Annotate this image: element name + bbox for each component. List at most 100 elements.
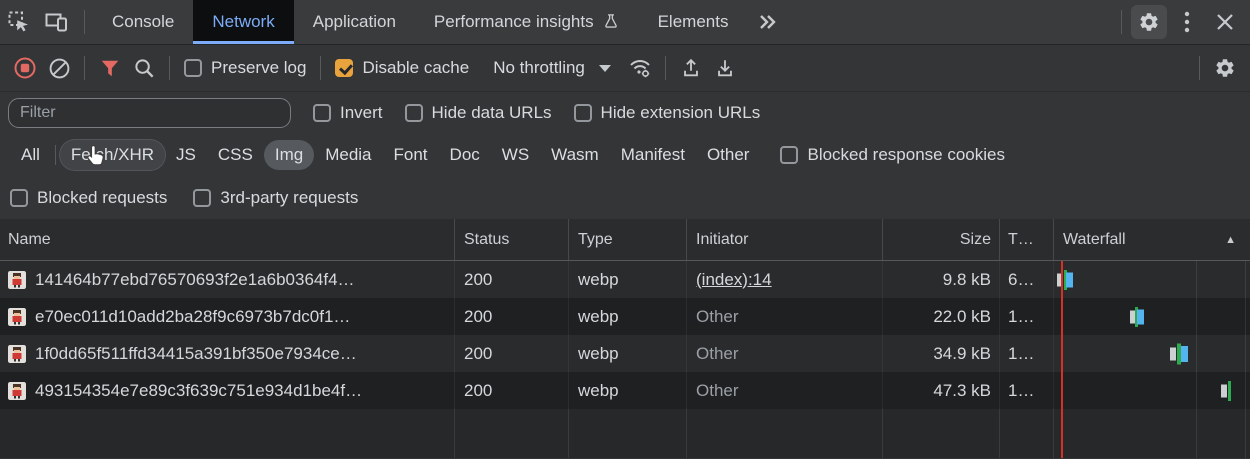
hide-data-urls-label[interactable]: Hide data URLs [432, 103, 552, 123]
disable-cache-label[interactable]: Disable cache [362, 58, 469, 78]
blocked-response-cookies-label[interactable]: Blocked response cookies [807, 145, 1005, 165]
inspect-icon [8, 11, 30, 33]
import-har-button[interactable] [674, 51, 708, 85]
network-settings-button[interactable] [1208, 51, 1242, 85]
type-filter-img[interactable]: Img [264, 140, 314, 170]
type-filter-js[interactable]: JS [165, 140, 207, 170]
disable-cache-checkbox[interactable] [335, 59, 353, 77]
device-toolbar-button[interactable] [38, 0, 76, 44]
request-initiator: Other [696, 381, 739, 401]
request-size: 9.8 kB [943, 270, 991, 290]
blocked-response-cookies-checkbox[interactable] [780, 146, 798, 164]
type-filter-font[interactable]: Font [383, 140, 439, 170]
invert-label[interactable]: Invert [340, 103, 383, 123]
divider [84, 56, 85, 80]
clear-icon [48, 57, 71, 80]
request-name: 1f0dd65f511ffd34415a391bf350e7934ce… [35, 344, 357, 364]
filter-row: Invert Hide data URLs Hide extension URL… [0, 92, 1250, 133]
request-time: 1… [1008, 381, 1034, 401]
waterfall-gridline [1245, 261, 1246, 458]
request-initiator-link[interactable]: (index):14 [696, 270, 772, 290]
clear-network-log-button[interactable] [42, 51, 76, 85]
request-status: 200 [464, 381, 492, 401]
request-type: webp [578, 344, 619, 364]
throttling-value: No throttling [493, 58, 585, 78]
column-header-waterfall[interactable]: Waterfall ▲ [1054, 219, 1250, 260]
invert-checkbox[interactable] [313, 104, 331, 122]
filter-toggle-button[interactable] [93, 51, 127, 85]
request-name: 141464b77ebd76570693f2e1a6b0364f4… [35, 270, 355, 290]
gear-icon [1214, 57, 1236, 79]
type-filter-other[interactable]: Other [696, 140, 761, 170]
blocked-requests-checkbox[interactable] [10, 189, 28, 207]
column-header-size[interactable]: Size [883, 219, 1000, 260]
inspect-element-button[interactable] [0, 0, 38, 44]
request-type: webp [578, 270, 619, 290]
hide-extension-urls-checkbox[interactable] [574, 104, 592, 122]
type-filter-media[interactable]: Media [314, 140, 382, 170]
record-network-log-button[interactable] [8, 51, 42, 85]
request-size: 22.0 kB [933, 307, 991, 327]
export-har-icon [714, 57, 736, 79]
more-tabs-button[interactable] [747, 0, 789, 44]
divider [665, 56, 666, 80]
request-name: e70ec011d10add2ba28f9c6973b7dc0f1… [35, 307, 350, 327]
hide-data-urls-checkbox[interactable] [405, 104, 423, 122]
waterfall-cell [1054, 261, 1250, 298]
column-header-name[interactable]: Name [0, 219, 455, 260]
close-devtools-button[interactable] [1206, 0, 1244, 44]
type-filter-wasm[interactable]: Wasm [540, 140, 610, 170]
close-icon [1215, 12, 1235, 32]
device-toolbar-icon [45, 11, 69, 33]
tab-console[interactable]: Console [93, 0, 193, 44]
request-time: 6… [1008, 270, 1034, 290]
type-filter-all[interactable]: All [10, 140, 51, 170]
type-filter-fetch-xhr[interactable]: Fetch/XHR [60, 140, 165, 170]
import-har-icon [680, 57, 702, 79]
divider [169, 56, 170, 80]
preserve-log-label[interactable]: Preserve log [211, 58, 306, 78]
record-icon [13, 56, 37, 80]
requests-table: Name Status Type Initiator Size T… Water… [0, 219, 1250, 458]
type-filter-manifest[interactable]: Manifest [610, 140, 696, 170]
request-type: webp [578, 381, 619, 401]
throttling-select[interactable]: No throttling [493, 58, 611, 78]
more-tabs-chevrons-icon [757, 13, 779, 31]
waterfall-gridline [1196, 261, 1197, 458]
export-har-button[interactable] [708, 51, 742, 85]
blocked-requests-label[interactable]: Blocked requests [37, 188, 167, 208]
tab-network[interactable]: Network [193, 0, 293, 44]
load-event-line [1061, 261, 1063, 458]
waterfall-cell [1054, 372, 1250, 409]
tab-performance-insights[interactable]: Performance insights [415, 0, 639, 44]
column-header-type[interactable]: Type [569, 219, 687, 260]
resource-type-filter-row: All Fetch/XHR JS CSS Img Media Font Doc … [0, 133, 1250, 177]
image-thumbnail [8, 345, 26, 363]
divider [84, 10, 85, 34]
tab-elements[interactable]: Elements [639, 0, 748, 44]
more-options-button[interactable] [1168, 0, 1206, 44]
request-status: 200 [464, 344, 492, 364]
preserve-log-checkbox[interactable] [184, 59, 202, 77]
image-thumbnail [8, 308, 26, 326]
network-conditions-icon [627, 57, 653, 79]
hide-extension-urls-label[interactable]: Hide extension URLs [601, 103, 761, 123]
column-header-initiator[interactable]: Initiator [687, 219, 883, 260]
filter-input[interactable] [8, 98, 291, 128]
funnel-icon [99, 58, 121, 79]
search-button[interactable] [127, 51, 161, 85]
third-party-requests-checkbox[interactable] [193, 189, 211, 207]
divider [55, 145, 56, 165]
column-header-time[interactable]: T… [1000, 219, 1054, 260]
type-filter-doc[interactable]: Doc [439, 140, 491, 170]
type-filter-css[interactable]: CSS [207, 140, 264, 170]
network-conditions-button[interactable] [623, 51, 657, 85]
type-filter-ws[interactable]: WS [491, 140, 540, 170]
third-party-requests-label[interactable]: 3rd-party requests [220, 188, 358, 208]
extra-filter-row: Blocked requests 3rd-party requests [0, 177, 1250, 219]
column-header-status[interactable]: Status [455, 219, 569, 260]
tab-application[interactable]: Application [294, 0, 415, 44]
request-size: 47.3 kB [933, 381, 991, 401]
settings-button[interactable] [1130, 0, 1168, 44]
gear-icon [1138, 11, 1160, 33]
